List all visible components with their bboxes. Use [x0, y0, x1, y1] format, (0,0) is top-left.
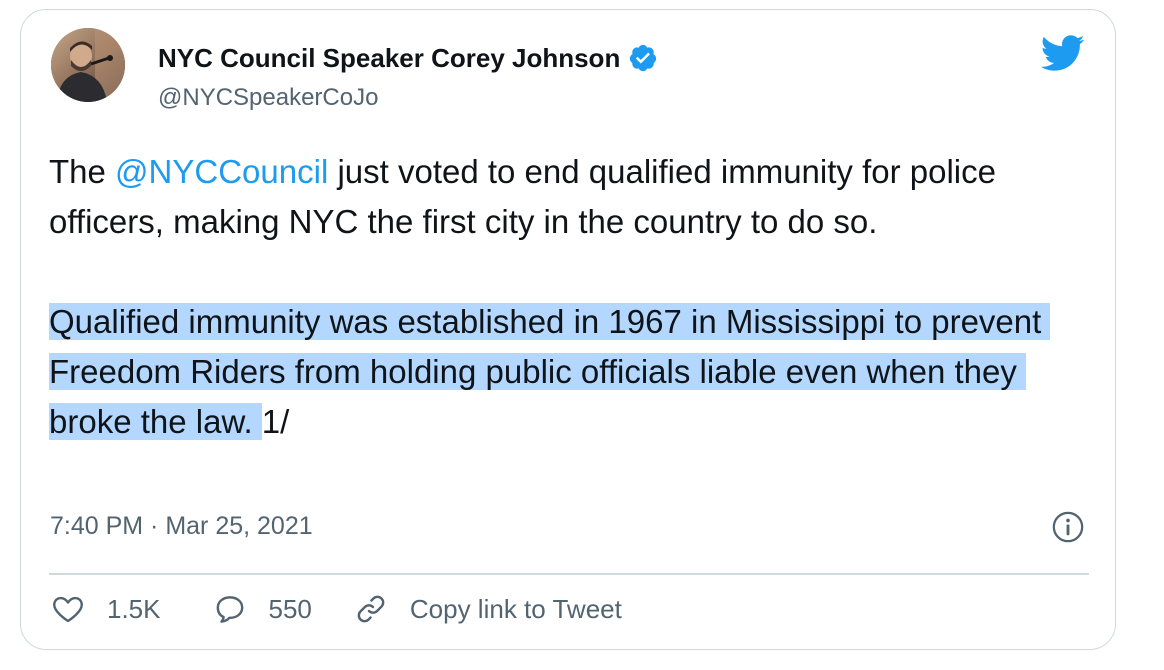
avatar-photo: [51, 28, 125, 102]
like-count: 1.5K: [107, 593, 161, 624]
author-handle[interactable]: @NYCSpeakerCoJo: [158, 83, 378, 113]
tweet-card[interactable]: NYC Council Speaker Corey Johnson @NYCSp…: [20, 9, 1116, 650]
reply-button[interactable]: 550: [213, 592, 312, 626]
author-name-row[interactable]: NYC Council Speaker Corey Johnson: [158, 43, 658, 73]
avatar[interactable]: [51, 28, 125, 102]
copy-link-button[interactable]: Copy link to Tweet: [354, 592, 622, 626]
verified-badge-icon: [630, 44, 657, 72]
tweet-text: The @NYCCouncil just voted to end qualif…: [49, 147, 1089, 447]
info-icon[interactable]: [1051, 510, 1085, 544]
thread-marker: 1/: [261, 403, 290, 440]
action-bar: 1.5K 550 Copy link to Tweet: [51, 590, 622, 628]
copy-link-label: Copy link to Tweet: [409, 593, 622, 624]
highlighted-text: Qualified immunity was established in 19…: [49, 303, 1051, 440]
link-icon: [357, 595, 385, 623]
reply-count: 550: [268, 593, 312, 624]
tweet-timestamp[interactable]: 7:40 PM · Mar 25, 2021: [50, 510, 313, 542]
divider: [49, 573, 1089, 575]
heart-icon: [53, 596, 83, 623]
speech-bubble-icon: [216, 596, 243, 623]
like-button[interactable]: 1.5K: [51, 592, 161, 626]
twitter-bird-icon[interactable]: [1039, 30, 1085, 76]
display-name[interactable]: NYC Council Speaker Corey Johnson: [158, 43, 620, 73]
tweet-text-prefix: The: [49, 153, 116, 190]
mention-link[interactable]: @NYCCouncil: [115, 153, 328, 190]
